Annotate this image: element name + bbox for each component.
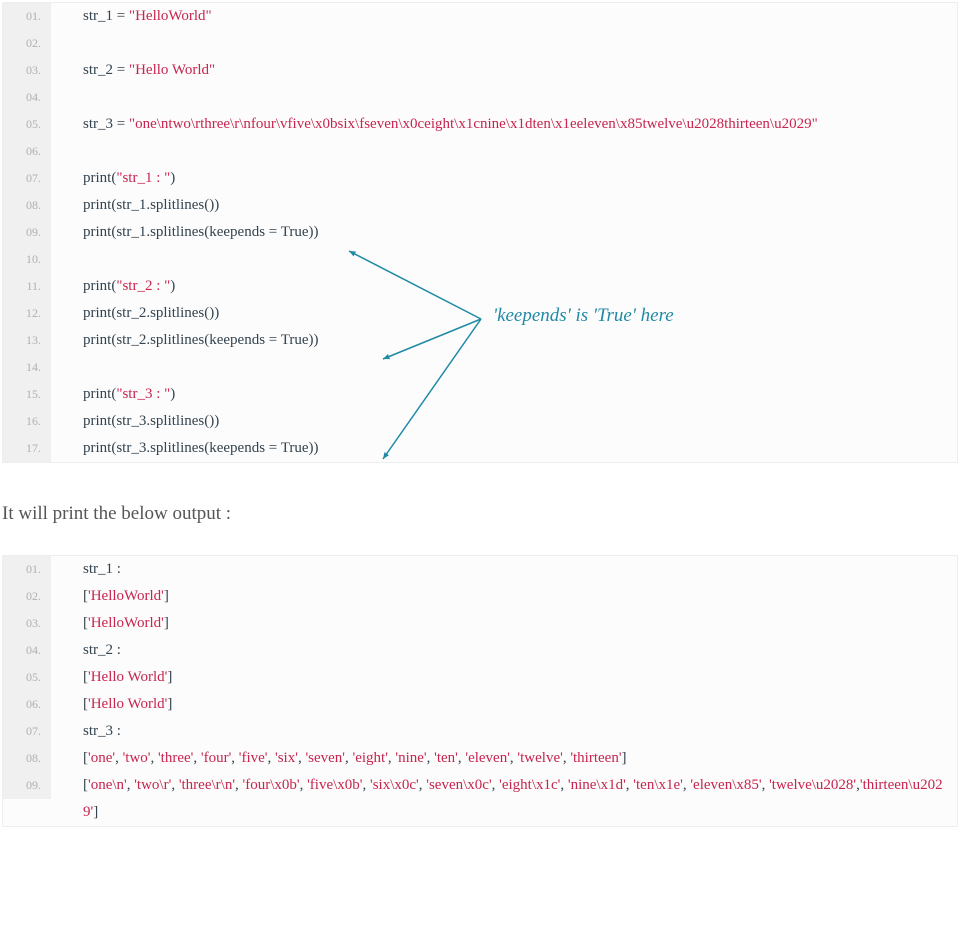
prose-output-intro: It will print the below output : — [2, 503, 958, 525]
line-number: 16. — [3, 408, 51, 435]
line-number: 02. — [3, 583, 51, 610]
line-content: print("str_3 : ") — [51, 381, 957, 408]
code-line: 03.['HelloWorld'] — [3, 610, 957, 637]
code-line: 02. — [3, 30, 957, 57]
line-number: 07. — [3, 718, 51, 745]
line-content: print("str_1 : ") — [51, 165, 957, 192]
line-number: 14. — [3, 354, 51, 381]
code-line: 12.print(str_2.splitlines()) — [3, 300, 957, 327]
line-number: 03. — [3, 610, 51, 637]
line-content: ['HelloWorld'] — [51, 583, 957, 610]
line-number: 01. — [3, 3, 51, 30]
line-content: print("str_2 : ") — [51, 273, 957, 300]
line-content: ['HelloWorld'] — [51, 610, 957, 637]
line-number: 08. — [3, 745, 51, 772]
line-number: 17. — [3, 435, 51, 462]
code-line: 01.str_1 : — [3, 556, 957, 583]
code-line: 03.str_2 = "Hello World" — [3, 57, 957, 84]
line-number: 10. — [3, 246, 51, 273]
line-number: 04. — [3, 637, 51, 664]
code-line: 11.print("str_2 : ") — [3, 273, 957, 300]
line-number: 04. — [3, 84, 51, 111]
code-line: 10. — [3, 246, 957, 273]
code-line: 08.print(str_1.splitlines()) — [3, 192, 957, 219]
line-number: 12. — [3, 300, 51, 327]
code-block-source: 'keepends' is 'True' here 01.str_1 = "He… — [2, 2, 958, 463]
code-line: 09.print(str_1.splitlines(keepends = Tru… — [3, 219, 957, 246]
line-number: 06. — [3, 138, 51, 165]
line-content — [51, 354, 957, 381]
line-content: ['Hello World'] — [51, 691, 957, 718]
line-number: 09. — [3, 772, 51, 799]
line-number: 11. — [3, 273, 51, 300]
code-line: 05.str_3 = "one\ntwo\rthree\r\nfour\vfiv… — [3, 111, 957, 138]
line-content: ['one\n', 'two\r', 'three\r\n', 'four\x0… — [51, 772, 957, 826]
code-line: 07.str_3 : — [3, 718, 957, 745]
line-content — [51, 84, 957, 111]
code-block-output: 01.str_1 : 02.['HelloWorld']03.['HelloWo… — [2, 555, 958, 827]
line-content: print(str_1.splitlines()) — [51, 192, 957, 219]
line-number: 06. — [3, 691, 51, 718]
code-line: 16.print(str_3.splitlines()) — [3, 408, 957, 435]
line-number: 09. — [3, 219, 51, 246]
line-number: 05. — [3, 111, 51, 138]
code-line: 07.print("str_1 : ") — [3, 165, 957, 192]
line-number: 05. — [3, 664, 51, 691]
line-content — [51, 138, 957, 165]
line-number: 03. — [3, 57, 51, 84]
line-content: str_2 = "Hello World" — [51, 57, 957, 84]
code-line: 08.['one', 'two', 'three', 'four', 'five… — [3, 745, 957, 772]
annotation-text: 'keepends' is 'True' here — [493, 305, 674, 327]
line-content: str_3 = "one\ntwo\rthree\r\nfour\vfive\x… — [51, 111, 957, 138]
line-content — [51, 30, 957, 57]
code-line: 15.print("str_3 : ") — [3, 381, 957, 408]
line-content: str_1 : — [51, 556, 957, 583]
code-line: 06. — [3, 138, 957, 165]
code-line: 13.print(str_2.splitlines(keepends = Tru… — [3, 327, 957, 354]
code-line: 04. — [3, 84, 957, 111]
line-content: str_2 : — [51, 637, 957, 664]
code-line: 06.['Hello World'] — [3, 691, 957, 718]
line-number: 07. — [3, 165, 51, 192]
line-content: str_1 = "HelloWorld" — [51, 3, 957, 30]
line-number: 02. — [3, 30, 51, 57]
line-number: 15. — [3, 381, 51, 408]
code-line: 02.['HelloWorld'] — [3, 583, 957, 610]
line-content: ['one', 'two', 'three', 'four', 'five', … — [51, 745, 957, 772]
code-line: 01.str_1 = "HelloWorld" — [3, 3, 957, 30]
line-content: print(str_3.splitlines(keepends = True)) — [51, 435, 957, 462]
code-line: 09.['one\n', 'two\r', 'three\r\n', 'four… — [3, 772, 957, 826]
code-line: 14. — [3, 354, 957, 381]
line-content: ['Hello World'] — [51, 664, 957, 691]
line-number: 01. — [3, 556, 51, 583]
code-line: 05.['Hello World'] — [3, 664, 957, 691]
code-line: 17.print(str_3.splitlines(keepends = Tru… — [3, 435, 957, 462]
line-number: 08. — [3, 192, 51, 219]
line-content — [51, 246, 957, 273]
code-line: 04.str_2 : — [3, 637, 957, 664]
line-content: print(str_1.splitlines(keepends = True)) — [51, 219, 957, 246]
line-number: 13. — [3, 327, 51, 354]
line-content: str_3 : — [51, 718, 957, 745]
line-content: print(str_3.splitlines()) — [51, 408, 957, 435]
line-content: print(str_2.splitlines(keepends = True)) — [51, 327, 957, 354]
